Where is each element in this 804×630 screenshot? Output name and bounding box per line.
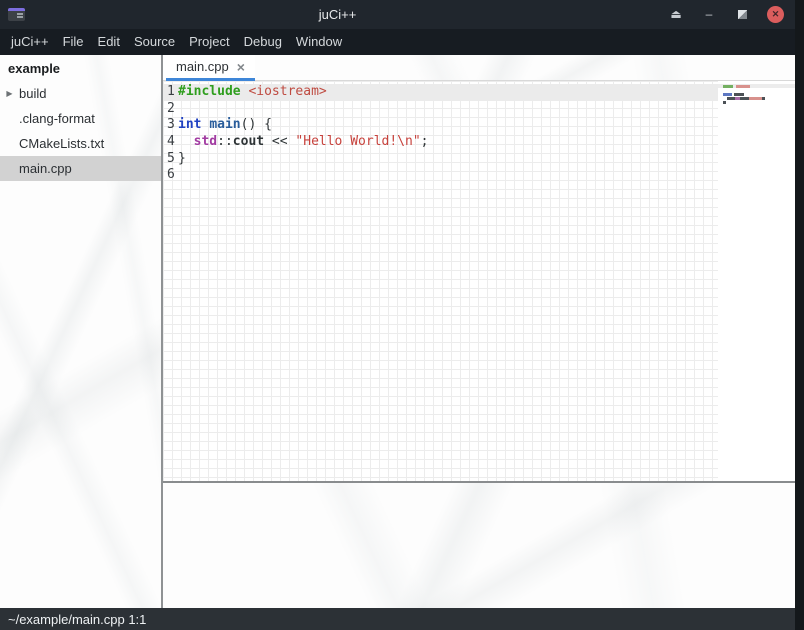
line-number: 6 xyxy=(163,167,175,184)
window-controls: ⏏ – ✕ xyxy=(650,0,795,29)
editor-region: 1#include <iostream>23int main() {4 std:… xyxy=(163,81,795,481)
tree-item-label: CMakeLists.txt xyxy=(19,136,104,151)
tree-item-label: .clang-format xyxy=(19,111,95,126)
menu-item-file[interactable]: File xyxy=(56,29,91,55)
menu-item-window[interactable]: Window xyxy=(289,29,349,55)
sidebar-item-clang-format[interactable]: .clang-format xyxy=(0,106,161,131)
titlebar: juCi++ ⏏ – ✕ xyxy=(0,0,795,29)
tab-close-icon[interactable]: × xyxy=(237,60,245,74)
line-number: 2 xyxy=(163,101,175,118)
token-plain: :: xyxy=(217,134,233,149)
close-button[interactable]: ✕ xyxy=(767,6,784,23)
menu-item-debug[interactable]: Debug xyxy=(237,29,289,55)
maximize-button[interactable] xyxy=(738,10,747,19)
minimize-button[interactable]: – xyxy=(702,0,716,29)
file-tree-sidebar: example ▶build .clang-format CMakeLists.tx… xyxy=(0,55,161,608)
menu-item-juci[interactable]: juCi++ xyxy=(4,29,56,55)
code-text: } xyxy=(178,151,186,168)
tab-bar: main.cpp × xyxy=(163,55,795,81)
token-keyword: int xyxy=(178,117,201,132)
code-line: 5} xyxy=(163,151,718,168)
line-number: 4 xyxy=(163,134,175,151)
code-text: int main() { xyxy=(178,117,272,134)
token-plain: } xyxy=(178,151,186,166)
code-editor[interactable]: 1#include <iostream>23int main() {4 std:… xyxy=(163,81,718,481)
app-logo-icon xyxy=(8,8,25,21)
line-number: 3 xyxy=(163,117,175,134)
token-namespace: std xyxy=(194,134,217,149)
token-include_path: <iostream> xyxy=(248,84,326,99)
sidebar-item-cmakelists-txt[interactable]: CMakeLists.txt xyxy=(0,131,161,156)
minimap-segment xyxy=(736,85,750,88)
content-area: example ▶build .clang-format CMakeLists.tx… xyxy=(0,55,795,608)
token-plain: << xyxy=(264,134,295,149)
sidebar-item-main-cpp[interactable]: main.cpp xyxy=(0,156,161,181)
minimap-line xyxy=(718,100,795,104)
editor-pane: main.cpp× 1#include <iostream>23int main… xyxy=(163,55,795,608)
shade-button[interactable]: ⏏ xyxy=(669,0,683,29)
line-number: 1 xyxy=(163,84,175,101)
menu-item-edit[interactable]: Edit xyxy=(91,29,127,55)
code-text: #include <iostream> xyxy=(178,84,327,101)
code-line: 6 xyxy=(163,167,718,184)
tree-item-label: main.cpp xyxy=(19,161,72,176)
minimap[interactable] xyxy=(718,81,795,481)
tab-main-cpp[interactable]: main.cpp × xyxy=(166,55,255,81)
code-line: 4 std::cout << "Hello World!\n"; xyxy=(163,134,718,151)
menu-item-source[interactable]: Source xyxy=(127,29,182,55)
token-plain: () { xyxy=(241,117,272,132)
minimap-segment xyxy=(723,85,733,88)
tabbar-spacer xyxy=(255,55,795,80)
tab-label: main.cpp xyxy=(176,59,229,74)
code-text: std::cout << "Hello World!\n"; xyxy=(178,134,428,151)
minimap-line xyxy=(718,84,795,88)
token-string: "Hello World!\n" xyxy=(295,134,420,149)
menubar: juCi++FileEditSourceProjectDebugWindow xyxy=(0,29,795,55)
token-preprocessor: #include xyxy=(178,84,241,99)
minimap-segment xyxy=(723,101,726,104)
expander-icon[interactable]: ▶ xyxy=(0,89,19,98)
tree-items: ▶build .clang-format CMakeLists.txt main.cp… xyxy=(0,81,161,181)
status-file-position: ~/example/main.cpp 1:1 xyxy=(8,612,146,627)
token-plain xyxy=(178,134,194,149)
token-plain: ; xyxy=(421,134,429,149)
token-plain: cout xyxy=(233,134,264,149)
juci-window: juCi++ ⏏ – ✕ juCi++FileEditSourceProject… xyxy=(0,0,795,630)
token-function: main xyxy=(209,117,240,132)
desktop-background xyxy=(795,0,804,630)
menu-item-project[interactable]: Project xyxy=(182,29,236,55)
code-line: 2 xyxy=(163,101,718,118)
terminal-panel[interactable] xyxy=(163,483,795,608)
code-line: 1#include <iostream> xyxy=(163,84,718,101)
tree-item-label: build xyxy=(19,86,46,101)
sidebar-item-build[interactable]: ▶build xyxy=(0,81,161,106)
code-line: 3int main() { xyxy=(163,117,718,134)
line-number: 5 xyxy=(163,151,175,168)
tree-root-folder[interactable]: example xyxy=(0,56,161,81)
status-bar: ~/example/main.cpp 1:1 xyxy=(0,608,795,630)
window-title: juCi++ xyxy=(25,7,650,22)
